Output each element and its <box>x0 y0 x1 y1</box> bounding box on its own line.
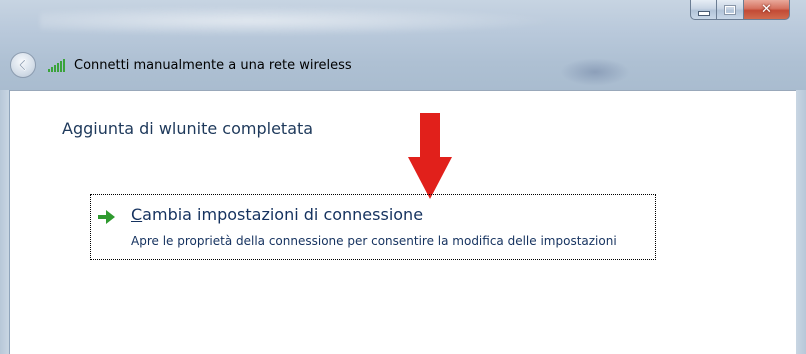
page-heading: Aggiunta di wlunite completata <box>62 119 314 138</box>
access-key: C <box>131 205 143 224</box>
window-right-border <box>795 90 806 354</box>
red-down-arrow-icon <box>408 113 452 199</box>
change-connection-settings-link[interactable]: Cambia impostazioni di connessione Apre … <box>90 194 656 260</box>
navigation-bar: Connetti manualmente a una rete wireless <box>10 48 352 82</box>
close-button[interactable]: ✕ <box>744 0 790 20</box>
close-icon: ✕ <box>761 2 772 17</box>
minimize-button[interactable] <box>690 0 717 20</box>
wizard-content: Aggiunta di wlunite completata Cambia im… <box>10 90 796 354</box>
green-right-arrow-icon <box>98 210 115 224</box>
maximize-icon <box>724 4 736 15</box>
wizard-window: ✕ Connetti manualmente a una rete wirele… <box>0 0 806 354</box>
maximize-button[interactable] <box>717 0 744 20</box>
window-title: Connetti manualmente a una rete wireless <box>74 57 352 73</box>
back-button[interactable] <box>10 52 36 78</box>
command-link-title: Cambia impostazioni di connessione <box>131 205 423 224</box>
caption-buttons: ✕ <box>690 0 790 22</box>
command-link-title-rest: ambia impostazioni di connessione <box>142 205 424 224</box>
window-left-border <box>0 90 10 354</box>
wireless-signal-icon <box>48 58 68 72</box>
command-link-description: Apre le proprietà della connessione per … <box>131 234 617 248</box>
minimize-icon <box>697 11 710 16</box>
back-arrow-icon <box>18 59 26 71</box>
